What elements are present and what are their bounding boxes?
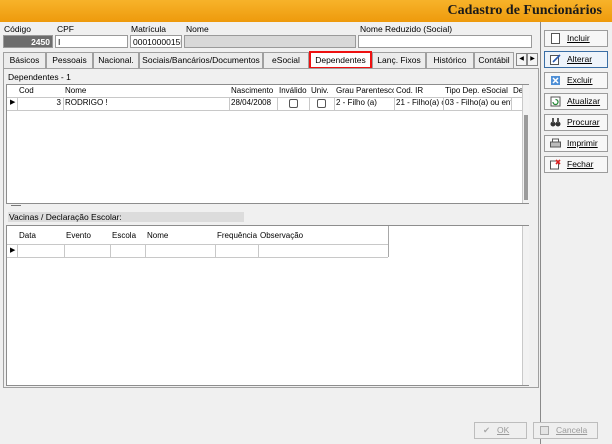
grid-line (7, 257, 388, 258)
col-header: Cod. IR (396, 86, 424, 95)
matricula-label: Matrícula (131, 24, 166, 34)
col-header: Observação (260, 231, 304, 240)
row-indicator-icon: ▶ (10, 247, 16, 254)
col-header: Grau Parentesco (336, 86, 394, 95)
nome-reduzido-field[interactable] (358, 35, 532, 48)
tab-contabil[interactable]: Contábil (474, 52, 514, 68)
tab-pessoais[interactable]: Pessoais (46, 52, 93, 68)
cpf-label: CPF (57, 24, 74, 34)
tab-esocial[interactable]: eSocial (263, 52, 309, 68)
tab-bar: Básicos Pessoais Nacional. Sociais/Bancá… (3, 51, 538, 69)
incluir-label: Incluir (567, 33, 590, 43)
grid-line (215, 244, 216, 257)
fechar-button[interactable]: Fechar (544, 156, 608, 173)
title-bar: Cadastro de Funcionários (0, 0, 612, 22)
dependentes-panel: Dependentes - 1 Cod Nome Nascimento Invá… (3, 68, 539, 388)
col-header: Nascimento (231, 86, 274, 95)
scrollbar-thumb[interactable] (524, 115, 528, 200)
dependentes-grid: Cod Nome Nascimento Inválido Univ. Grau … (6, 84, 529, 204)
atualizar-label: Atualizar (567, 96, 601, 106)
alterar-button[interactable]: Alterar (544, 51, 608, 68)
binoculars-icon (550, 118, 561, 127)
col-header: Tipo Dep. eSocial (445, 86, 508, 95)
matricula-field[interactable]: 00010000155 (130, 35, 182, 48)
grid-line (511, 97, 512, 110)
col-header: Evento (66, 231, 91, 240)
alterar-label: Alterar (567, 54, 593, 64)
grid-line (309, 97, 310, 110)
cell-nome[interactable]: RODRIGO ! (63, 97, 229, 109)
tab-dependentes[interactable]: Dependentes (309, 51, 372, 69)
nome-field[interactable] (184, 35, 356, 48)
cpf-field[interactable]: I (55, 35, 128, 48)
excluir-button[interactable]: Excluir (544, 72, 608, 89)
edit-icon (550, 54, 561, 65)
procurar-button[interactable]: Procurar (544, 114, 608, 131)
dependentes-scrollbar[interactable] (522, 85, 529, 203)
printer-icon (550, 138, 561, 148)
incluir-button[interactable]: Incluir (544, 30, 608, 47)
grid-line (7, 110, 523, 111)
grid-line (64, 244, 65, 257)
col-header: Escola (112, 231, 137, 240)
cancel-label: Cancela (556, 425, 588, 435)
vacinas-section-label: Vacinas / Declaração Escolar: (8, 212, 244, 222)
ok-button[interactable]: ✔ OK (474, 422, 527, 439)
cell-cod[interactable]: 3 (17, 97, 63, 109)
excluir-label: Excluir (567, 75, 593, 85)
cancel-icon (540, 426, 549, 435)
col-header: Nome (65, 86, 87, 95)
nome-reduzido-label: Nome Reduzido (Social) (360, 24, 453, 34)
univ-checkbox[interactable] (317, 99, 326, 108)
invalido-checkbox[interactable] (289, 99, 298, 108)
splitter-grip[interactable] (11, 205, 21, 206)
nome-label: Nome (186, 24, 209, 34)
cell-nascimento[interactable]: 28/04/2008 (229, 97, 277, 109)
checkmark-icon: ✔ (483, 425, 491, 435)
tab-scroll-right-icon[interactable]: ▶ (527, 53, 538, 66)
cell-grau-parentesco[interactable]: 2 - Filho (a) (334, 97, 394, 109)
vacinas-scrollbar[interactable] (522, 226, 529, 385)
tab-basicos[interactable]: Básicos (3, 52, 46, 68)
tab-sociais-bancarios-documentos[interactable]: Sociais/Bancários/Documentos (139, 52, 263, 68)
new-document-icon (551, 33, 560, 44)
col-header: Inválido (279, 86, 307, 95)
tab-historico[interactable]: Histórico (426, 52, 474, 68)
grid-line (17, 244, 18, 257)
cell-tipo-dep-esocial[interactable]: 03 - Filho(a) ou ent (443, 97, 511, 109)
atualizar-button[interactable]: Atualizar (544, 93, 608, 110)
dependentes-section-label: Dependentes - 1 (8, 72, 71, 82)
close-icon (550, 159, 561, 170)
tab-scroll-left-icon[interactable]: ◀ (516, 53, 527, 66)
grid-line (145, 244, 146, 257)
col-header: Nome (147, 231, 169, 240)
codigo-field[interactable]: 2450 (3, 35, 53, 48)
tab-lanc-fixos[interactable]: Lanç. Fixos (372, 52, 426, 68)
col-header: Data (19, 231, 36, 240)
procurar-label: Procurar (567, 117, 600, 127)
codigo-label: Código (4, 24, 31, 34)
col-header: Cod (19, 86, 34, 95)
cancel-button[interactable]: Cancela (533, 422, 598, 439)
ok-label: OK (497, 425, 510, 435)
grid-line (258, 244, 259, 257)
tab-nacional[interactable]: Nacional. (93, 52, 139, 68)
imprimir-button[interactable]: Imprimir (544, 135, 608, 152)
imprimir-label: Imprimir (567, 138, 598, 148)
grid-line (277, 97, 278, 110)
fechar-label: Fechar (567, 159, 594, 169)
grid-line (110, 244, 111, 257)
vacinas-grid: Data Evento Escola Nome Frequência Obser… (6, 225, 529, 386)
cell-cod-ir[interactable]: 21 - Filho(a) c (394, 97, 443, 109)
row-indicator-icon: ▶ (10, 99, 16, 106)
col-header: Univ. (311, 86, 329, 95)
refresh-icon (550, 96, 561, 107)
delete-icon (551, 76, 560, 85)
col-header: Frequência (217, 231, 258, 240)
window-title: Cadastro de Funcionários (447, 3, 602, 18)
grid-line (388, 226, 389, 257)
